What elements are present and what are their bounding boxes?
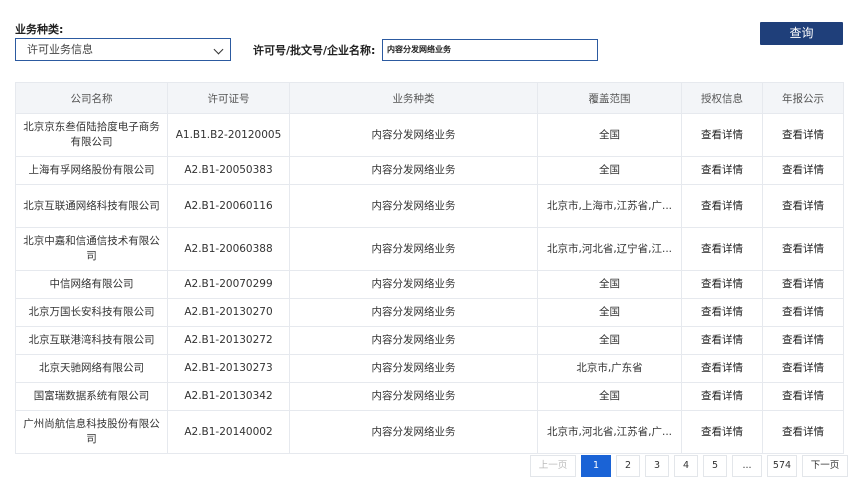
pagination: 上一页 1 2 3 4 5 ... 574 下一页 [530, 455, 848, 477]
company-cell: 北京互联港湾科技有限公司 [15, 326, 168, 355]
license-number-cell: A2.B1-20130273 [167, 354, 290, 383]
table-row: 国富瑞数据系统有限公司 A2.B1-20130342 内容分发网络业务 全国 查看详情查… [15, 382, 844, 411]
company-cell: 北京京东叁佰陆拾度电子商务有限公司 [15, 113, 168, 157]
business-type-cell: 内容分发网络业务 [289, 382, 538, 411]
view-auth-details-link[interactable]: 查看详情 [681, 270, 763, 299]
view-report-details-link[interactable]: 查看详情 [762, 410, 844, 454]
table-row: 北京互联港湾科技有限公司 A2.B1-20130272 内容分发网络业务 全国 查看详情… [15, 326, 844, 355]
table-row: 中信网络有限公司 A2.B1-20070299 内容分发网络业务 全国 查看详情 查看详情 [15, 270, 844, 299]
next-page-button[interactable]: 下一页 [802, 455, 848, 477]
business-type-cell: 内容分发网络业务 [289, 326, 538, 355]
page-ellipsis: ... [732, 455, 762, 477]
coverage-cell: 北京市,上海市,江苏省,广... [537, 184, 682, 228]
view-auth-details-link[interactable]: 查看详情 [681, 326, 763, 355]
view-report-details-link[interactable]: 查看详情 [762, 382, 844, 411]
view-auth-details-link[interactable]: 查看详情 [681, 184, 763, 228]
page-4-button[interactable]: 4 [674, 455, 698, 477]
header-auth: 授权信息 [681, 82, 763, 114]
license-table: 公司名称 许可证号 业务种类 覆盖范围 授权信息 年报公示 北京京东叁佰陆拾度电… [15, 82, 844, 454]
coverage-cell: 北京市,广东省 [537, 354, 682, 383]
prev-page-button[interactable]: 上一页 [530, 455, 576, 477]
chevron-down-icon [213, 44, 224, 55]
license-number-cell: A2.B1-20140002 [167, 410, 290, 454]
table-row: 上海有孚网络股份有限公司 A2.B1-20050383 内容分发网络业务 全国 查看详情… [15, 156, 844, 185]
business-type-cell: 内容分发网络业务 [289, 270, 538, 299]
header-coverage: 覆盖范围 [537, 82, 682, 114]
license-search-input[interactable]: 内容分发网络业务 [382, 39, 598, 61]
header-company: 公司名称 [15, 82, 168, 114]
view-auth-details-link[interactable]: 查看详情 [681, 410, 763, 454]
license-number-cell: A1.B1.B2-20120005 [167, 113, 290, 157]
page-5-button[interactable]: 5 [703, 455, 727, 477]
license-number-cell: A2.B1-20060388 [167, 227, 290, 271]
view-report-details-link[interactable]: 查看详情 [762, 184, 844, 228]
coverage-cell: 北京市,河北省,江苏省,广... [537, 410, 682, 454]
license-number-cell: A2.B1-20070299 [167, 270, 290, 299]
company-cell: 国富瑞数据系统有限公司 [15, 382, 168, 411]
table-row: 广州尚航信息科技股份有限公司 A2.B1-20140002 内容分发网络业务 北京市,… [15, 410, 844, 454]
business-type-cell: 内容分发网络业务 [289, 184, 538, 228]
company-cell: 北京万国长安科技有限公司 [15, 298, 168, 327]
business-type-cell: 内容分发网络业务 [289, 298, 538, 327]
coverage-cell: 全国 [537, 270, 682, 299]
license-search-label: 许可号/批文号/企业名称: [253, 44, 376, 57]
page-574-button[interactable]: 574 [767, 455, 797, 477]
page-2-button[interactable]: 2 [616, 455, 640, 477]
table-header-row: 公司名称 许可证号 业务种类 覆盖范围 授权信息 年报公示 [15, 82, 844, 114]
table-row: 北京万国长安科技有限公司 A2.B1-20130270 内容分发网络业务 全国 查看详情… [15, 298, 844, 327]
view-auth-details-link[interactable]: 查看详情 [681, 156, 763, 185]
coverage-cell: 全国 [537, 298, 682, 327]
view-report-details-link[interactable]: 查看详情 [762, 326, 844, 355]
business-type-value: 许可业务信息 [27, 43, 93, 56]
license-number-cell: A2.B1-20050383 [167, 156, 290, 185]
business-type-cell: 内容分发网络业务 [289, 354, 538, 383]
view-report-details-link[interactable]: 查看详情 [762, 298, 844, 327]
table-row: 北京京东叁佰陆拾度电子商务有限公司 A1.B1.B2-20120005 内容分发网络… [15, 113, 844, 157]
business-type-cell: 内容分发网络业务 [289, 227, 538, 271]
query-button[interactable]: 查询 [760, 22, 843, 45]
page-1-button[interactable]: 1 [581, 455, 611, 477]
view-report-details-link[interactable]: 查看详情 [762, 354, 844, 383]
header-type: 业务种类 [289, 82, 538, 114]
view-auth-details-link[interactable]: 查看详情 [681, 354, 763, 383]
coverage-cell: 全国 [537, 382, 682, 411]
company-cell: 北京互联通网络科技有限公司 [15, 184, 168, 228]
coverage-cell: 全国 [537, 326, 682, 355]
header-report: 年报公示 [762, 82, 844, 114]
company-cell: 北京天驰网络有限公司 [15, 354, 168, 383]
table-row: 北京互联通网络科技有限公司 A2.B1-20060116 内容分发网络业务 北京市,上… [15, 184, 844, 228]
license-number-cell: A2.B1-20130272 [167, 326, 290, 355]
view-report-details-link[interactable]: 查看详情 [762, 227, 844, 271]
coverage-cell: 全国 [537, 156, 682, 185]
table-row: 北京天驰网络有限公司 A2.B1-20130273 内容分发网络业务 北京市,广东省查… [15, 354, 844, 383]
view-auth-details-link[interactable]: 查看详情 [681, 113, 763, 157]
business-type-select[interactable]: 许可业务信息 [15, 38, 231, 61]
company-cell: 上海有孚网络股份有限公司 [15, 156, 168, 185]
view-report-details-link[interactable]: 查看详情 [762, 156, 844, 185]
business-type-cell: 内容分发网络业务 [289, 410, 538, 454]
view-report-details-link[interactable]: 查看详情 [762, 113, 844, 157]
coverage-cell: 全国 [537, 113, 682, 157]
license-number-cell: A2.B1-20130342 [167, 382, 290, 411]
license-number-cell: A2.B1-20060116 [167, 184, 290, 228]
company-cell: 中信网络有限公司 [15, 270, 168, 299]
business-type-cell: 内容分发网络业务 [289, 113, 538, 157]
view-auth-details-link[interactable]: 查看详情 [681, 382, 763, 411]
view-report-details-link[interactable]: 查看详情 [762, 270, 844, 299]
license-number-cell: A2.B1-20130270 [167, 298, 290, 327]
company-cell: 北京中嘉和信通信技术有限公司 [15, 227, 168, 271]
view-auth-details-link[interactable]: 查看详情 [681, 298, 763, 327]
view-auth-details-link[interactable]: 查看详情 [681, 227, 763, 271]
page-3-button[interactable]: 3 [645, 455, 669, 477]
coverage-cell: 北京市,河北省,辽宁省,江... [537, 227, 682, 271]
company-cell: 广州尚航信息科技股份有限公司 [15, 410, 168, 454]
table-row: 北京中嘉和信通信技术有限公司 A2.B1-20060388 内容分发网络业务 北京市,… [15, 227, 844, 271]
business-type-cell: 内容分发网络业务 [289, 156, 538, 185]
header-license: 许可证号 [167, 82, 290, 114]
business-type-label: 业务种类: [15, 23, 64, 36]
